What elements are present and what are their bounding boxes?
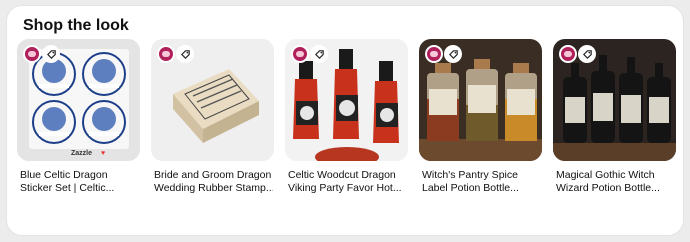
tag-icon[interactable] <box>42 45 60 63</box>
tag-icon[interactable] <box>444 45 462 63</box>
shop-the-look-card: Shop the look Zazzle ♥ Blue Celtic Drago… <box>6 5 684 236</box>
product-title[interactable]: Witch's Pantry Spice Label Potion Bottle… <box>419 169 541 194</box>
product-card-2[interactable]: Bride and Groom Dragon Wedding Rubber St… <box>151 39 274 194</box>
product-image[interactable] <box>419 39 542 161</box>
tag-icon[interactable] <box>176 45 194 63</box>
product-card-4[interactable]: Witch's Pantry Spice Label Potion Bottle… <box>419 39 542 194</box>
section-title: Shop the look <box>23 17 129 34</box>
product-title[interactable]: Blue Celtic Dragon Sticker Set | Celtic.… <box>17 169 139 194</box>
seller-avatar[interactable] <box>157 45 175 63</box>
product-image[interactable] <box>285 39 408 161</box>
zazzle-watermark: Zazzle <box>71 150 92 157</box>
product-title[interactable]: Celtic Woodcut Dragon Viking Party Favor… <box>285 169 407 194</box>
heart-icon: ♥ <box>101 150 105 157</box>
seller-avatar[interactable] <box>559 45 577 63</box>
product-image[interactable] <box>553 39 676 161</box>
product-card-1[interactable]: Zazzle ♥ Blue Celtic Dragon Sticker Set … <box>17 39 140 194</box>
product-title[interactable]: Bride and Groom Dragon Wedding Rubber St… <box>151 169 273 194</box>
product-image[interactable] <box>151 39 274 161</box>
product-card-5[interactable]: Magical Gothic Witch Wizard Potion Bottl… <box>553 39 676 194</box>
seller-avatar[interactable] <box>23 45 41 63</box>
seller-avatar[interactable] <box>291 45 309 63</box>
product-title[interactable]: Magical Gothic Witch Wizard Potion Bottl… <box>553 169 675 194</box>
product-card-3[interactable]: Celtic Woodcut Dragon Viking Party Favor… <box>285 39 408 194</box>
product-image[interactable]: Zazzle ♥ <box>17 39 140 161</box>
seller-avatar[interactable] <box>425 45 443 63</box>
tag-icon[interactable] <box>310 45 328 63</box>
tag-icon[interactable] <box>578 45 596 63</box>
